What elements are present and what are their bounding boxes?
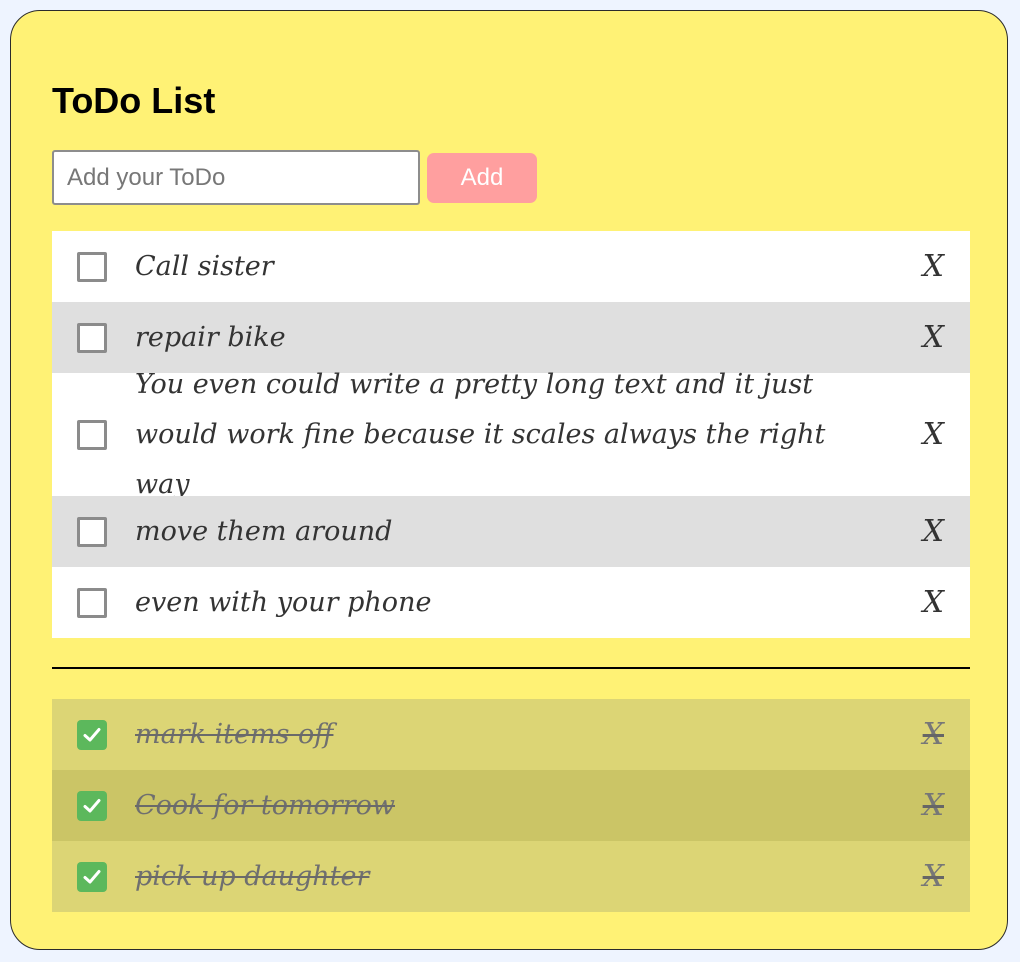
todo-input[interactable] bbox=[52, 150, 420, 205]
todo-item-text: repair bike bbox=[135, 321, 286, 353]
delete-button[interactable]: X bbox=[923, 587, 944, 618]
checkmark-icon bbox=[83, 727, 101, 741]
todo-item-text: Call sister bbox=[135, 250, 274, 282]
todo-card: ToDo List Add Call sister X repair bike … bbox=[10, 10, 1008, 950]
checkmark-icon bbox=[83, 869, 101, 883]
checkmark-icon bbox=[83, 798, 101, 812]
checkbox-checked[interactable] bbox=[77, 861, 107, 892]
checkbox-empty-icon[interactable] bbox=[77, 587, 107, 618]
checkbox-checked[interactable] bbox=[77, 790, 107, 821]
checkbox-checked[interactable] bbox=[77, 719, 107, 750]
completed-todo-text: Cook for tomorrow bbox=[135, 789, 395, 821]
open-todo-list: Call sister X repair bike X You even cou… bbox=[52, 231, 970, 638]
delete-button[interactable]: X bbox=[923, 419, 944, 450]
todo-item: You even could write a pretty long text … bbox=[52, 369, 970, 500]
delete-button[interactable]: X bbox=[923, 719, 944, 750]
todo-item-text: move them around bbox=[135, 515, 393, 547]
delete-button[interactable]: X bbox=[923, 516, 944, 547]
add-button[interactable]: Add bbox=[427, 153, 537, 203]
completed-todo-text: mark items off bbox=[135, 718, 334, 750]
page-title: ToDo List bbox=[52, 80, 216, 121]
checkbox-empty-icon[interactable] bbox=[77, 322, 107, 353]
delete-button[interactable]: X bbox=[923, 251, 944, 282]
completed-todo-text: pick up daughter bbox=[135, 860, 370, 892]
todo-item-text: even with your phone bbox=[135, 586, 432, 618]
completed-todo-item: pick up daughter X bbox=[52, 841, 970, 912]
completed-todo-item: Cook for tomorrow X bbox=[52, 770, 970, 841]
completed-todo-list: mark items off X Cook for tomorrow X pic… bbox=[52, 699, 970, 912]
delete-button[interactable]: X bbox=[923, 861, 944, 892]
delete-button[interactable]: X bbox=[923, 322, 944, 353]
checkbox-empty-icon[interactable] bbox=[77, 516, 107, 547]
todo-item-text: You even could write a pretty long text … bbox=[135, 368, 826, 500]
list-divider bbox=[52, 667, 970, 669]
todo-item: Call sister X bbox=[52, 231, 970, 302]
completed-todo-item: mark items off X bbox=[52, 699, 970, 770]
checkbox-empty-icon[interactable] bbox=[77, 251, 107, 282]
delete-button[interactable]: X bbox=[923, 790, 944, 821]
todo-item: even with your phone X bbox=[52, 567, 970, 638]
todo-item: move them around X bbox=[52, 496, 970, 567]
checkbox-empty-icon[interactable] bbox=[77, 419, 107, 450]
